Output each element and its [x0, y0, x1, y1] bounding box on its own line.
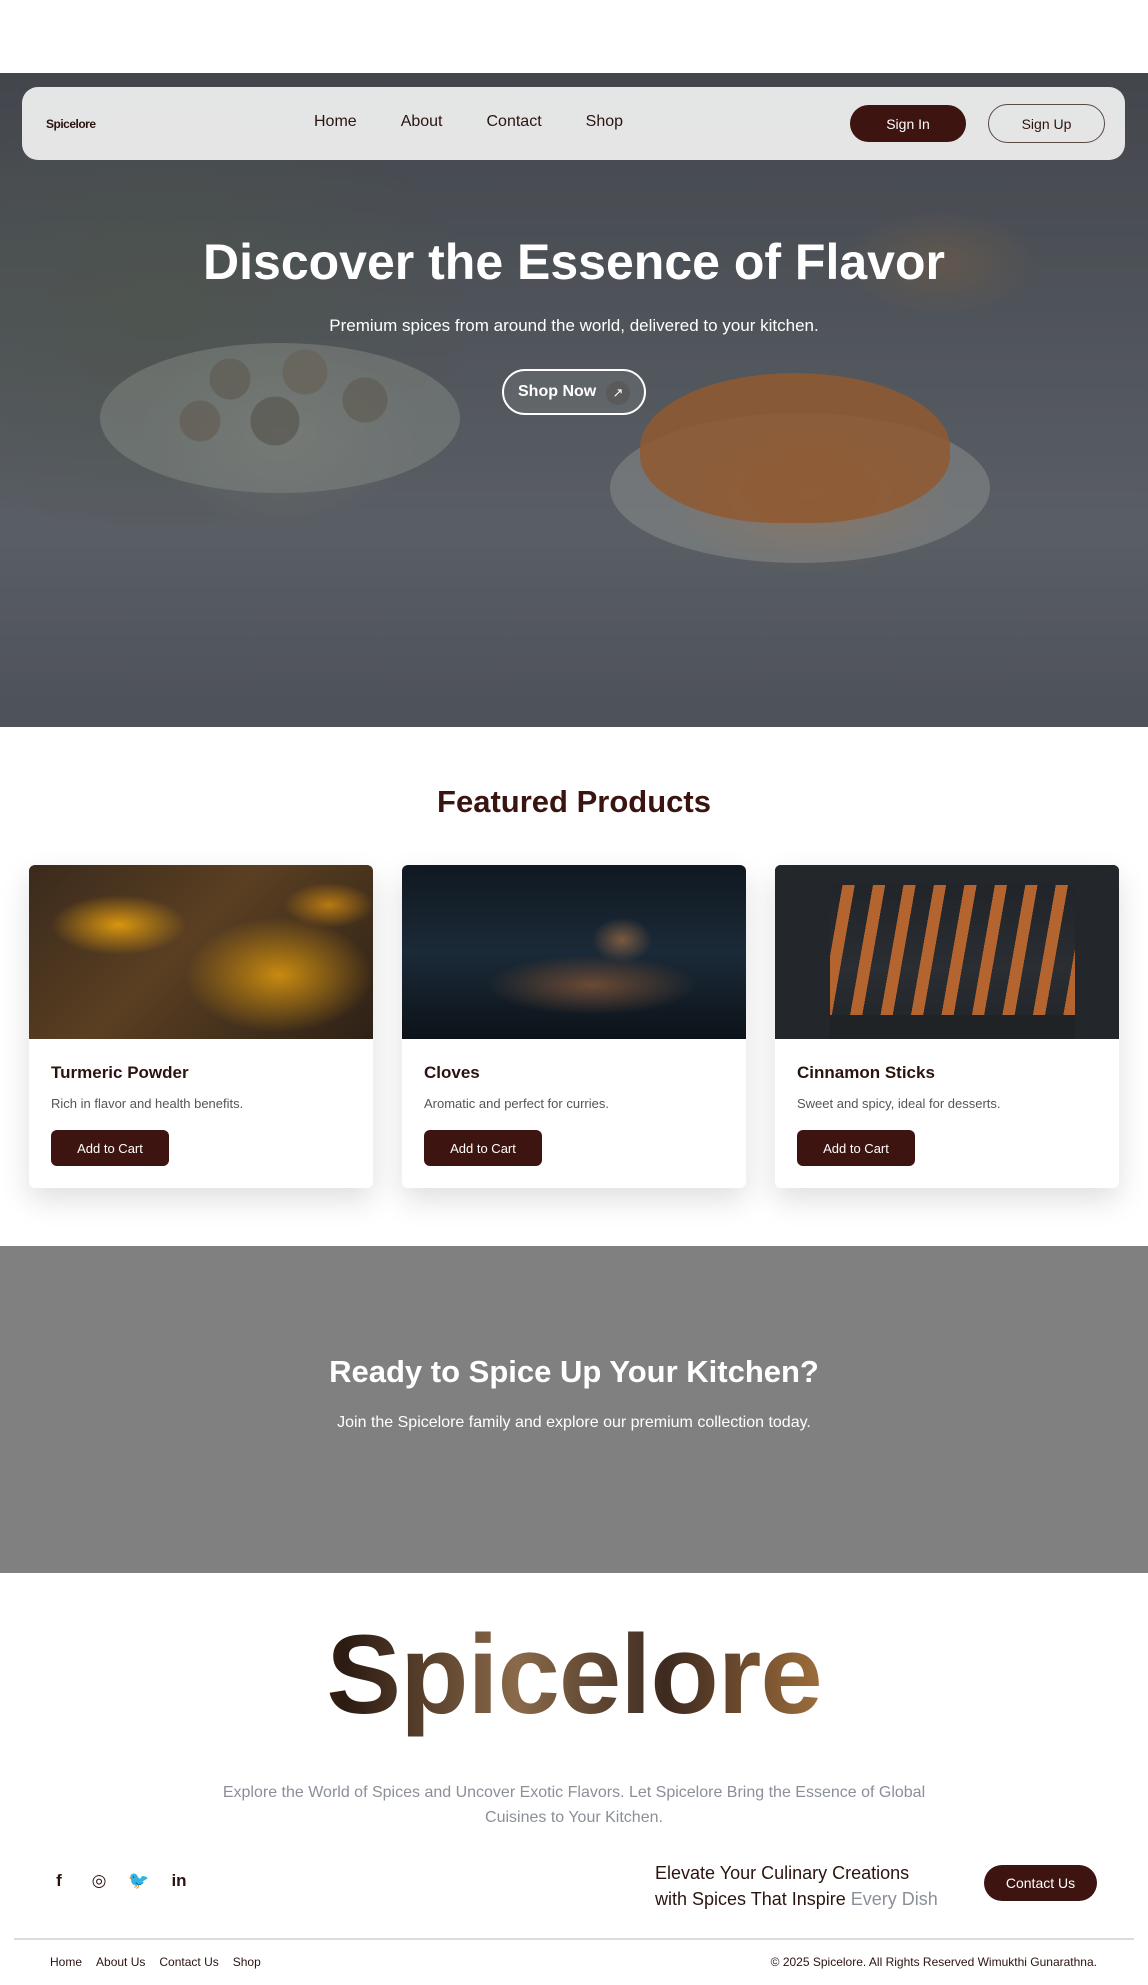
nav-link-about[interactable]: About [401, 113, 443, 131]
product-name: Cinnamon Sticks [797, 1063, 935, 1082]
add-to-cart-button[interactable]: Add to Cart [797, 1130, 915, 1166]
product-description: Sweet and spicy, ideal for desserts. [797, 1096, 1001, 1111]
footer-link-contact[interactable]: Contact Us [159, 1955, 218, 1969]
slogan-highlight: Every Dish [850, 1889, 938, 1909]
footer-tagline: Explore the World of Spices and Uncover … [222, 1784, 926, 1826]
nav-link-home[interactable]: Home [314, 113, 357, 131]
slogan-line-1: Elevate Your Culinary Creations [655, 1863, 910, 1883]
cta-subtitle: Join the Spicelore family and explore ou… [337, 1414, 811, 1431]
instagram-icon[interactable]: ◎ [88, 1870, 110, 1892]
cta-section: Ready to Spice Up Your Kitchen? Join the… [0, 1246, 1148, 1573]
cta-title: Ready to Spice Up Your Kitchen? [329, 1354, 819, 1389]
nav-link-contact[interactable]: Contact [487, 113, 542, 131]
product-name: Turmeric Powder [51, 1063, 189, 1082]
sign-up-button[interactable]: Sign Up [988, 104, 1105, 143]
add-to-cart-button[interactable]: Add to Cart [51, 1130, 169, 1166]
hero-subtitle: Premium spices from around the world, de… [329, 316, 819, 335]
footer-divider [14, 1938, 1134, 1940]
product-card-cloves: Cloves Aromatic and perfect for curries.… [402, 865, 746, 1188]
footer-link-shop[interactable]: Shop [233, 1955, 261, 1969]
cinnamon-image [775, 865, 1119, 1039]
product-description: Aromatic and perfect for curries. [424, 1096, 609, 1111]
navbar: Spicelore Home About Contact Shop Sign I… [22, 87, 1125, 160]
linkedin-icon[interactable]: in [168, 1870, 190, 1892]
nav-logo[interactable]: Spicelore [46, 117, 96, 131]
copyright-text: © 2025 Spicelore. All Rights Reserved Wi… [770, 1955, 1097, 1969]
shop-now-button[interactable]: Shop Now ↗ [502, 369, 646, 415]
footer-link-about[interactable]: About Us [96, 1955, 145, 1969]
product-card-turmeric: Turmeric Powder Rich in flavor and healt… [29, 865, 373, 1188]
cloves-image [402, 865, 746, 1039]
shop-now-label: Shop Now [518, 383, 597, 400]
footer-slogan: Elevate Your Culinary Creations with Spi… [655, 1860, 938, 1912]
product-description: Rich in flavor and health benefits. [51, 1096, 244, 1111]
turmeric-image [29, 865, 373, 1039]
slogan-line-2: with Spices That Inspire Every Dish [655, 1889, 938, 1909]
product-name: Cloves [424, 1063, 480, 1082]
footer-brand-logo: Spicelore [0, 1610, 1148, 1739]
arrow-up-right-icon: ↗ [606, 381, 630, 405]
nav-links: Home About Contact Shop [314, 113, 623, 131]
add-to-cart-button[interactable]: Add to Cart [424, 1130, 542, 1166]
nav-link-shop[interactable]: Shop [586, 113, 623, 131]
hero-title: Discover the Essence of Flavor [203, 234, 945, 290]
footer-link-home[interactable]: Home [50, 1955, 82, 1969]
featured-products-title: Featured Products [437, 784, 711, 819]
contact-us-button[interactable]: Contact Us [984, 1865, 1097, 1901]
facebook-icon[interactable]: f [48, 1870, 70, 1892]
sign-in-button[interactable]: Sign In [850, 105, 966, 142]
twitter-icon[interactable]: 🐦 [128, 1870, 150, 1892]
footer-links: Home About Us Contact Us Shop [50, 1955, 261, 1969]
social-links: f ◎ 🐦 in [48, 1870, 190, 1892]
product-card-cinnamon: Cinnamon Sticks Sweet and spicy, ideal f… [775, 865, 1119, 1188]
